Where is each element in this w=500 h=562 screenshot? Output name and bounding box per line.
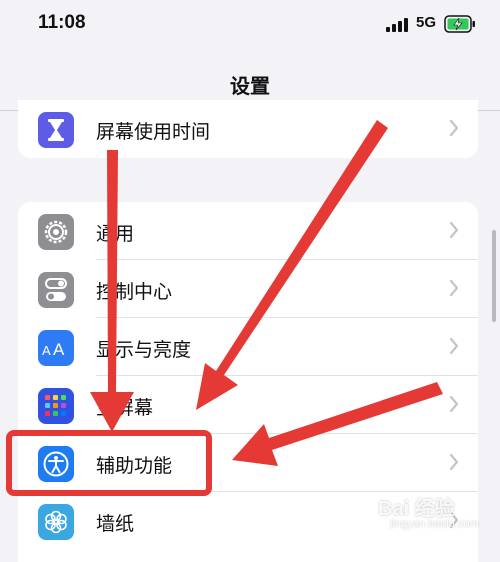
settings-row-label: 显示与亮度 — [96, 339, 192, 361]
settings-row-label: 控制中心 — [96, 281, 173, 303]
settings-row-display[interactable]: A A 显示与亮度 — [18, 318, 478, 376]
home-screen-grid-icon — [38, 388, 74, 424]
chevron-right-icon — [448, 278, 460, 302]
text-size-icon: A A — [38, 330, 74, 366]
watermark-url: jingyan.baidu.com — [390, 518, 479, 530]
hourglass-icon — [38, 112, 74, 148]
page-title: 设置 — [230, 74, 270, 98]
battery-charging-icon — [444, 15, 476, 37]
chevron-right-icon — [448, 118, 460, 142]
settings-row-control-center[interactable]: 控制中心 — [18, 260, 478, 318]
chevron-right-icon — [448, 336, 460, 360]
scrollbar[interactable] — [492, 230, 496, 322]
toggle-switches-icon — [38, 272, 74, 308]
settings-row-label: 屏幕使用时间 — [96, 121, 211, 143]
watermark: Bai 经验 — [378, 498, 455, 520]
svg-text:A: A — [53, 340, 65, 358]
settings-row-label: 墙纸 — [96, 513, 135, 535]
settings-row-screen-time[interactable]: 屏幕使用时间 — [18, 100, 478, 158]
svg-text:A: A — [42, 343, 51, 358]
flower-icon — [38, 504, 74, 540]
status-bar: 11:08 5G — [0, 0, 500, 50]
settings-row-general[interactable]: 通用 — [18, 202, 478, 260]
cellular-signal-icon — [386, 17, 410, 36]
settings-group-screen-time: 屏幕使用时间 — [18, 100, 478, 158]
status-time: 11:08 — [38, 12, 86, 33]
network-type: 5G — [416, 14, 437, 31]
chevron-right-icon — [448, 452, 460, 476]
chevron-right-icon — [448, 394, 460, 418]
chevron-right-icon — [448, 220, 460, 244]
settings-row-home-screen[interactable]: 主屏幕 — [18, 376, 478, 434]
settings-row-label: 主屏幕 — [96, 397, 154, 419]
highlight-box — [6, 430, 212, 496]
settings-row-label: 通用 — [96, 223, 135, 245]
gear-icon — [38, 214, 74, 250]
